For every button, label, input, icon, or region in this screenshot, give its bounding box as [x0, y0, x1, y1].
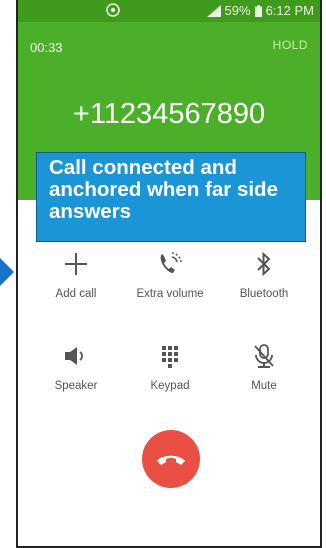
keypad-label: Keypad	[150, 380, 190, 392]
speaker-icon	[65, 347, 83, 365]
extra-volume-label: Extra volume	[136, 288, 204, 300]
end-call-button[interactable]	[142, 430, 200, 488]
end-call-icon	[157, 455, 185, 465]
add-call-label: Add call	[55, 288, 97, 300]
phone-number: +11234567890	[72, 98, 266, 130]
extra-volume-icon	[160, 252, 182, 273]
add-call-button[interactable]: Add call	[26, 248, 126, 300]
speaker-label: Speaker	[54, 380, 98, 392]
mute-label: Mute	[251, 380, 277, 392]
battery-level: 59%	[224, 3, 251, 18]
clock: 6:12 PM	[265, 3, 314, 18]
signal-icon	[206, 4, 221, 17]
pointer-arrow	[0, 258, 14, 286]
annotation-callout: Call connected and anchored when far sid…	[36, 152, 306, 242]
bluetooth-button[interactable]: Bluetooth	[214, 248, 314, 300]
mute-icon	[254, 344, 274, 368]
bluetooth-label: Bluetooth	[239, 288, 289, 300]
screenshot-stage: 59% 6:12 PM 00:33 HOLD +11234567890 Call…	[0, 0, 326, 548]
speaker-button[interactable]: Speaker	[26, 340, 126, 392]
keypad-button[interactable]: Keypad	[120, 340, 220, 392]
chat-bubble-icon	[106, 3, 120, 17]
phone-screen: 59% 6:12 PM 00:33 HOLD +11234567890 Call…	[16, 0, 322, 548]
status-bar: 59% 6:12 PM	[18, 0, 320, 22]
call-timer: 00:33	[30, 40, 63, 55]
keypad-icon	[162, 346, 178, 368]
battery-icon	[254, 4, 262, 17]
plus-icon	[65, 253, 87, 275]
bluetooth-icon	[257, 251, 271, 277]
extra-volume-button[interactable]: Extra volume	[120, 248, 220, 300]
hold-button[interactable]: HOLD	[273, 38, 308, 52]
mute-button[interactable]: Mute	[214, 340, 314, 392]
